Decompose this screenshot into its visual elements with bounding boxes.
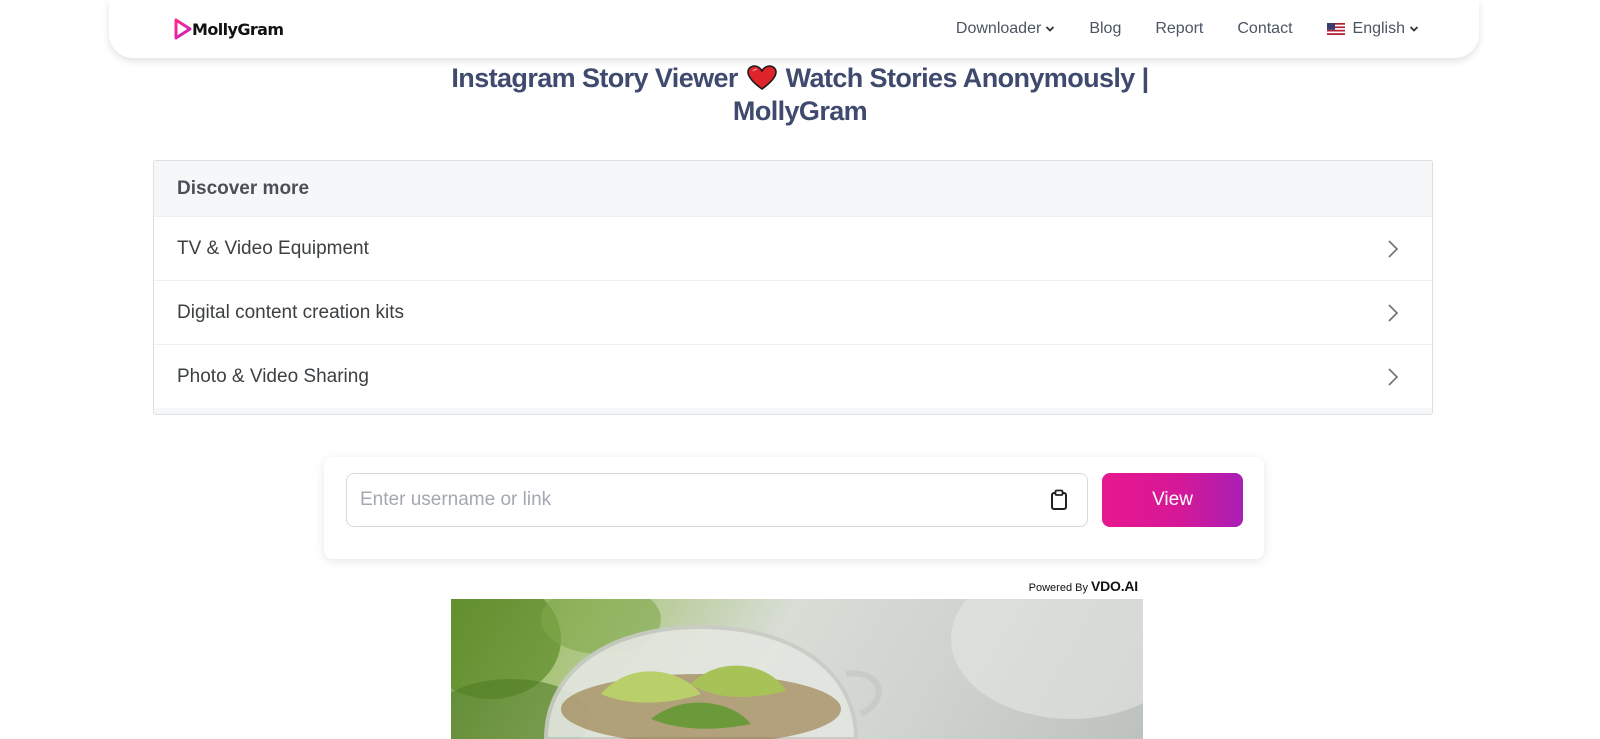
search-card: View (324, 457, 1264, 559)
discover-item-label: Digital content creation kits (177, 301, 405, 323)
powered-by-brand: VDO.AI (1090, 578, 1138, 594)
top-navbar: MollyGram Downloader Blog Report Contact… (109, 0, 1479, 58)
language-label: English (1352, 20, 1405, 37)
discover-item-label: Photo & Video Sharing (177, 365, 369, 387)
nav-contact-link[interactable]: Contact (1237, 20, 1292, 38)
us-flag-icon (1326, 23, 1345, 35)
nav-links: Downloader Blog Report Contact English (956, 20, 1419, 38)
language-selector[interactable]: English (1326, 20, 1419, 38)
ad-powered-by[interactable]: Powered By VDO.AI (1028, 578, 1139, 594)
page-title-part2: Watch Stories Anonymously | (785, 63, 1150, 93)
discover-more-heading: Discover more (154, 161, 1432, 216)
page-title-part1: Instagram Story Viewer (451, 63, 738, 93)
chevron-right-icon (1388, 303, 1399, 322)
page-title: Instagram Story Viewer Watch Stories Ano… (0, 62, 1600, 128)
page-title-part3: MollyGram (732, 96, 868, 126)
video-ad-player[interactable] (451, 599, 1143, 739)
chevron-down-icon (1046, 26, 1055, 32)
username-input[interactable] (347, 474, 1049, 526)
play-logo-icon (174, 18, 192, 40)
search-input-wrapper (346, 473, 1088, 527)
video-thumbnail (451, 599, 1143, 739)
nav-report-link[interactable]: Report (1155, 20, 1203, 38)
chevron-right-icon (1388, 239, 1399, 258)
discover-item-label: TV & Video Equipment (177, 237, 369, 259)
nav-downloader-dropdown[interactable]: Downloader (956, 20, 1055, 38)
heart-icon (746, 65, 777, 90)
discover-item-photo-video-sharing[interactable]: Photo & Video Sharing (154, 344, 1432, 408)
brand-logo[interactable]: MollyGram (174, 18, 284, 40)
chevron-right-icon (1388, 367, 1399, 386)
discover-item-tv-video[interactable]: TV & Video Equipment (154, 216, 1432, 280)
chevron-down-icon (1409, 26, 1419, 32)
discover-item-content-kits[interactable]: Digital content creation kits (154, 280, 1432, 344)
discover-more-panel: Discover more TV & Video Equipment Digit… (153, 160, 1433, 415)
brand-name: MollyGram (192, 19, 284, 39)
view-button[interactable]: View (1102, 473, 1243, 527)
powered-by-label: Powered By (1028, 582, 1088, 594)
nav-blog-link[interactable]: Blog (1089, 20, 1121, 38)
nav-downloader-label: Downloader (955, 20, 1042, 37)
clipboard-icon[interactable] (1049, 489, 1069, 511)
